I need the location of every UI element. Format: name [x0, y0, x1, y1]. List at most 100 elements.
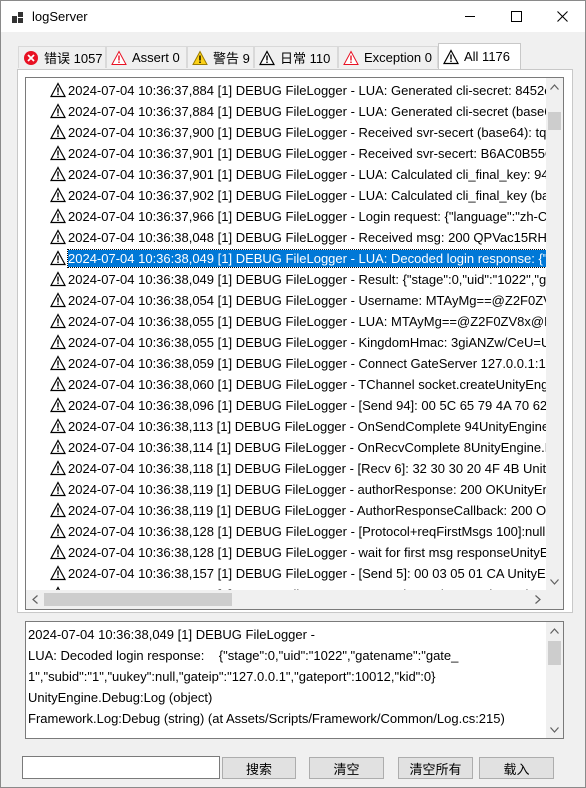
- log-row[interactable]: 2024-07-04 10:36:37,884 [1] DEBUG FileLo…: [26, 80, 546, 101]
- tab-all[interactable]: All 1176: [438, 43, 521, 69]
- log-row[interactable]: 2024-07-04 10:36:38,128 [1] DEBUG FileLo…: [26, 521, 546, 542]
- log-row[interactable]: 2024-07-04 10:36:38,096 [1] DEBUG FileLo…: [26, 395, 546, 416]
- clear-button[interactable]: 清空: [309, 757, 384, 779]
- clear-all-button[interactable]: 清空所有: [398, 757, 473, 779]
- tab-warning[interactable]: 警告 9: [187, 46, 254, 68]
- log-row-text: 2024-07-04 10:36:38,049 [1] DEBUG FileLo…: [67, 249, 546, 268]
- log-row[interactable]: 2024-07-04 10:36:38,059 [1] DEBUG FileLo…: [26, 353, 546, 374]
- log-row[interactable]: 2024-07-04 10:36:37,901 [1] DEBUG FileLo…: [26, 143, 546, 164]
- log-row[interactable]: 2024-07-04 10:36:37,884 [1] DEBUG FileLo…: [26, 101, 546, 122]
- log-row-text: 2024-07-04 10:36:37,966 [1] DEBUG FileLo…: [68, 209, 546, 224]
- warning-icon: [111, 49, 127, 65]
- maximize-button[interactable]: [493, 1, 539, 32]
- log-row[interactable]: 2024-07-04 10:36:38,119 [1] DEBUG FileLo…: [26, 500, 546, 521]
- warning-outline-icon: [50, 334, 66, 350]
- scroll-thumb[interactable]: [44, 593, 232, 606]
- scroll-up-button[interactable]: [546, 622, 563, 639]
- warning-outline-icon: [50, 229, 66, 245]
- scroll-thumb[interactable]: [548, 641, 561, 665]
- detail-line: 1","subid":"1","uukey":null,"gateip":"12…: [28, 669, 436, 684]
- detail-line: 2024-07-04 10:36:38,049 [1] DEBUG FileLo…: [28, 627, 315, 642]
- load-button[interactable]: 载入: [479, 757, 554, 779]
- log-row-text: 2024-07-04 10:36:37,884 [1] DEBUG FileLo…: [68, 83, 546, 98]
- title-bar[interactable]: logServer: [1, 1, 585, 32]
- warning-outline-icon: [50, 271, 66, 287]
- detail-vertical-scrollbar[interactable]: [546, 622, 563, 738]
- detail-line: LUA: Decoded login response: {"stage":0,…: [28, 648, 459, 663]
- log-row-text: 2024-07-04 10:36:38,114 [1] DEBUG FileLo…: [68, 440, 546, 455]
- scroll-up-button[interactable]: [546, 78, 563, 95]
- scrollbar-corner: [546, 590, 563, 609]
- log-row[interactable]: 2024-07-04 10:36:37,902 [1] DEBUG FileLo…: [26, 185, 546, 206]
- close-icon: [556, 11, 568, 22]
- warning-outline-icon: [50, 376, 66, 392]
- minimize-icon: [464, 16, 475, 17]
- log-row-text: 2024-07-04 10:36:38,054 [1] DEBUG FileLo…: [68, 293, 546, 308]
- log-row[interactable]: 2024-07-04 10:36:38,118 [1] DEBUG FileLo…: [26, 458, 546, 479]
- log-row-text: 2024-07-04 10:36:38,059 [1] DEBUG FileLo…: [68, 356, 546, 371]
- log-detail-box[interactable]: 2024-07-04 10:36:38,049 [1] DEBUG FileLo…: [25, 621, 564, 739]
- warning-icon: [343, 49, 359, 65]
- tab-exception[interactable]: Exception 0: [338, 46, 438, 68]
- log-row[interactable]: 2024-07-04 10:36:38,055 [1] DEBUG FileLo…: [26, 332, 546, 353]
- log-row[interactable]: 2024-07-04 10:36:38,048 [1] DEBUG FileLo…: [26, 227, 546, 248]
- minimize-button[interactable]: [447, 1, 493, 32]
- chevron-up-icon: [550, 83, 559, 90]
- chevron-right-icon: [534, 595, 541, 604]
- log-row[interactable]: 2024-07-04 10:36:38,060 [1] DEBUG FileLo…: [26, 374, 546, 395]
- log-row-text: 2024-07-04 10:36:38,096 [1] DEBUG FileLo…: [68, 398, 546, 413]
- scroll-down-button[interactable]: [546, 721, 563, 738]
- log-row-text: 2024-07-04 10:36:37,884 [1] DEBUG FileLo…: [68, 104, 546, 119]
- log-row[interactable]: 2024-07-04 10:36:38,049 [1] DEBUG FileLo…: [26, 269, 546, 290]
- app-icon: [12, 12, 23, 23]
- log-row[interactable]: 2024-07-04 10:36:38,128 [1] DEBUG FileLo…: [26, 542, 546, 563]
- warning-outline-icon: [50, 145, 66, 161]
- tab-label: All 1176: [464, 49, 511, 64]
- warning-outline-icon: [50, 565, 66, 581]
- scroll-right-button[interactable]: [529, 590, 546, 609]
- tab-assert[interactable]: Assert 0: [106, 46, 187, 68]
- log-row-text: 2024-07-04 10:36:38,157 [1] DEBUG FileLo…: [68, 566, 546, 581]
- search-button[interactable]: 搜索: [222, 757, 296, 779]
- warning-outline-icon: [50, 481, 66, 497]
- log-row[interactable]: 2024-07-04 10:36:38,114 [1] DEBUG FileLo…: [26, 437, 546, 458]
- warning-outline-icon: [50, 439, 66, 455]
- log-row-text: 2024-07-04 10:36:37,902 [1] DEBUG FileLo…: [68, 188, 546, 203]
- log-horizontal-scrollbar[interactable]: [26, 590, 546, 609]
- scroll-down-button[interactable]: [546, 573, 563, 590]
- warning-outline-icon: [50, 502, 66, 518]
- window-title: logServer: [32, 9, 88, 24]
- warning-outline-icon: [50, 103, 66, 119]
- log-row-text: 2024-07-04 10:36:38,119 [1] DEBUG FileLo…: [68, 482, 546, 497]
- log-row-text: 2024-07-04 10:36:38,055 [1] DEBUG FileLo…: [68, 314, 546, 329]
- scroll-left-button[interactable]: [26, 590, 43, 609]
- warning-outline-icon: [50, 313, 66, 329]
- log-row[interactable]: 2024-07-04 10:36:37,901 [1] DEBUG FileLo…: [26, 164, 546, 185]
- warning-outline-icon: [50, 418, 66, 434]
- close-button[interactable]: [539, 1, 585, 32]
- log-row[interactable]: 2024-07-04 10:36:38,113 [1] DEBUG FileLo…: [26, 416, 546, 437]
- log-row-selected[interactable]: 2024-07-04 10:36:38,049 [1] DEBUG FileLo…: [26, 248, 546, 269]
- warning-outline-icon: [50, 187, 66, 203]
- log-list[interactable]: 2024-07-04 10:36:37,884 [1] DEBUG FileLo…: [25, 77, 564, 610]
- search-input[interactable]: [22, 756, 220, 779]
- tab-label: Assert 0: [132, 50, 180, 65]
- log-row[interactable]: 2024-07-04 10:36:38,119 [1] DEBUG FileLo…: [26, 479, 546, 500]
- log-row-text: 2024-07-04 10:36:37,901 [1] DEBUG FileLo…: [68, 167, 546, 182]
- log-row[interactable]: 2024-07-04 10:36:38,054 [1] DEBUG FileLo…: [26, 290, 546, 311]
- log-row[interactable]: 2024-07-04 10:36:37,966 [1] DEBUG FileLo…: [26, 206, 546, 227]
- tab-info[interactable]: 日常 110: [254, 46, 338, 68]
- tab-label: 错误 1057: [44, 51, 103, 66]
- scroll-thumb[interactable]: [548, 112, 561, 130]
- log-rows: 2024-07-04 10:36:37,884 [1] DEBUG FileLo…: [26, 78, 546, 590]
- log-row-text: 2024-07-04 10:36:38,060 [1] DEBUG FileLo…: [68, 377, 546, 392]
- warning-outline-icon: [50, 292, 66, 308]
- tab-error[interactable]: 错误 1057: [18, 46, 106, 68]
- log-row[interactable]: 2024-07-04 10:36:38,157 [1] DEBUG FileLo…: [26, 563, 546, 584]
- log-row[interactable]: 2024-07-04 10:36:37,900 [1] DEBUG FileLo…: [26, 122, 546, 143]
- tab-strip: 错误 1057 Assert 0 警告 9 日常 110 Exception 0…: [1, 41, 585, 71]
- log-vertical-scrollbar[interactable]: [546, 78, 563, 590]
- maximize-icon: [510, 11, 522, 22]
- log-row-text: 2024-07-04 10:36:38,119 [1] DEBUG FileLo…: [68, 503, 546, 518]
- log-row[interactable]: 2024-07-04 10:36:38,055 [1] DEBUG FileLo…: [26, 311, 546, 332]
